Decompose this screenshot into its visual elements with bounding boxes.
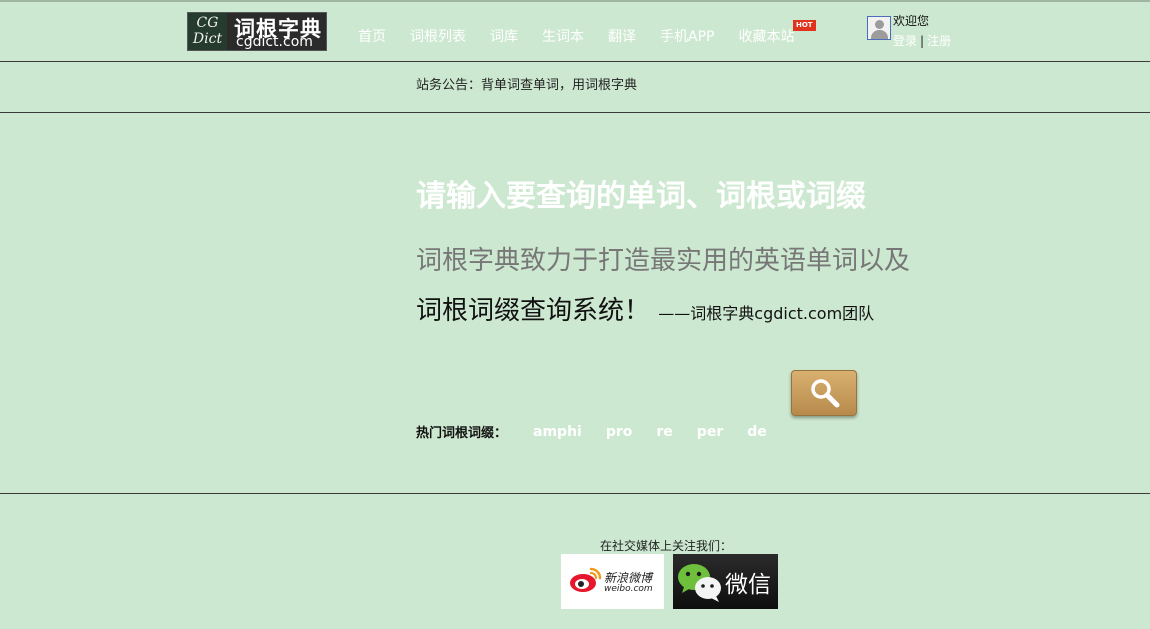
welcome-text: 欢迎您	[893, 14, 930, 28]
nav-word-book[interactable]: 生词本	[542, 26, 584, 46]
slogan-signature: ——词根字典cgdict.com团队	[658, 304, 875, 323]
wechat-logo-icon	[678, 564, 721, 602]
logo-cg-bottom: Dict	[192, 31, 223, 47]
notice-bar: 站务公告：背单词查单词，用词根字典	[0, 62, 1150, 113]
search-button[interactable]	[791, 370, 857, 416]
hot-roots-label: 热门词根词缀：	[416, 426, 508, 441]
user-avatar-icon[interactable]	[867, 16, 891, 40]
site-header: CG Dict 词根字典 cgdict.com 首页 词根列表 词库 生词本 翻…	[0, 0, 1150, 62]
auth-links: 登录 | 注册	[893, 32, 951, 49]
auth-separator: |	[920, 34, 925, 48]
hot-root-de[interactable]: de	[747, 424, 767, 440]
slogan-line-2: 词根词缀查询系统！ ——词根字典cgdict.com团队	[416, 290, 874, 327]
nav-translate[interactable]: 翻译	[608, 26, 636, 46]
weibo-domain: weibo.com	[604, 584, 653, 594]
notice-text: 站务公告：背单词查单词，用词根字典	[416, 78, 638, 93]
login-link[interactable]: 登录	[893, 34, 917, 48]
nav-home[interactable]: 首页	[358, 26, 386, 46]
avatar-body	[871, 30, 888, 39]
follow-us-text: 在社交媒体上关注我们：	[600, 539, 733, 553]
logo-cg-mark: CG Dict	[188, 13, 227, 50]
magnifier-icon	[811, 379, 840, 408]
hot-roots: 热门词根词缀： amphi pro re per de	[416, 422, 791, 442]
search-section: 请输入要查询的单词、词根或词缀 词根字典致力于打造最实用的英语单词以及 词根词缀…	[0, 113, 1150, 494]
weibo-logo-icon	[570, 567, 602, 592]
site-logo[interactable]: CG Dict 词根字典 cgdict.com	[187, 12, 327, 51]
slogan-line-2-text: 词根词缀查询系统！	[416, 296, 651, 326]
hot-root-amphi[interactable]: amphi	[533, 424, 582, 440]
nav-root-list[interactable]: 词根列表	[410, 26, 466, 46]
nav-mobile-app[interactable]: 手机APP	[660, 26, 714, 46]
nav-vocabulary[interactable]: 词库	[490, 26, 518, 46]
main-nav: 首页 词根列表 词库 生词本 翻译 手机APP 收藏本站	[358, 26, 818, 46]
hot-root-re[interactable]: re	[656, 424, 672, 440]
hot-root-per[interactable]: per	[697, 424, 723, 440]
logo-cg-top: CG	[196, 15, 219, 31]
wechat-label: 微信	[725, 572, 771, 598]
hot-badge: HOT	[793, 20, 816, 31]
avatar-head	[875, 20, 884, 29]
wechat-button[interactable]: 微信	[673, 554, 778, 609]
nav-bookmark[interactable]: 收藏本站	[738, 26, 794, 46]
slogan-line-1: 词根字典致力于打造最实用的英语单词以及	[416, 246, 911, 276]
register-link[interactable]: 注册	[927, 34, 951, 48]
search-headline: 请输入要查询的单词、词根或词缀	[416, 179, 866, 214]
hot-root-pro[interactable]: pro	[606, 424, 633, 440]
weibo-button[interactable]: 新浪微博 weibo.com	[561, 554, 664, 609]
logo-domain: cgdict.com	[236, 34, 313, 50]
